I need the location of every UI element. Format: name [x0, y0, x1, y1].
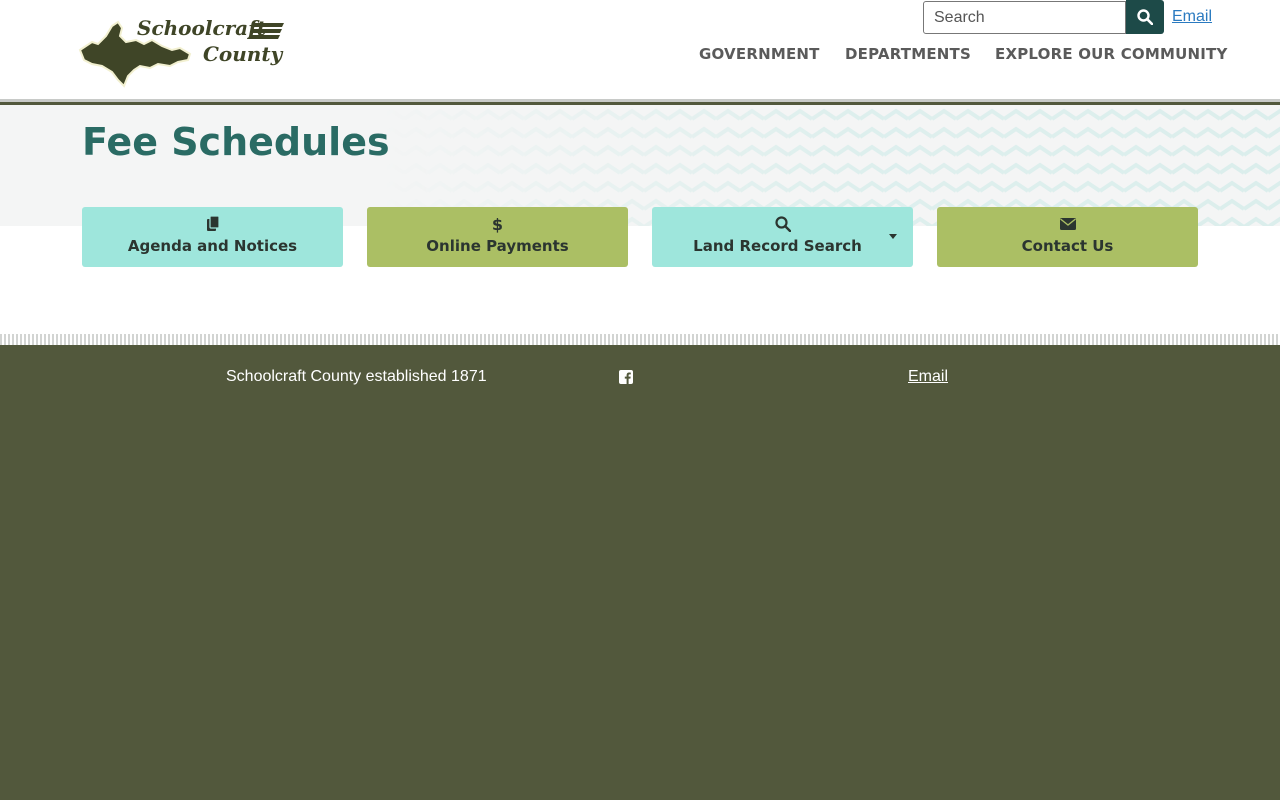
facebook-icon[interactable] [619, 370, 633, 384]
contact-us-label: Contact Us [1021, 237, 1114, 255]
land-record-search-label: Land Record Search [693, 237, 862, 255]
clipboard-icon [82, 216, 343, 232]
search-icon [652, 216, 913, 232]
chevron-down-icon [889, 234, 897, 239]
online-payments-button[interactable]: $ Online Payments [367, 207, 628, 267]
site-header: Schoolcraft County Email GOVERNMENT DEPA… [0, 0, 1280, 102]
dollar-icon: $ [491, 214, 504, 234]
agenda-and-notices-button[interactable]: Agenda and Notices [82, 207, 343, 267]
county-logo[interactable]: Schoolcraft County [78, 14, 288, 88]
agenda-and-notices-label: Agenda and Notices [127, 237, 298, 255]
nav-explore-our-community[interactable]: EXPLORE OUR COMMUNITY [995, 45, 1228, 63]
contact-us-button[interactable]: Contact Us [937, 207, 1198, 267]
footer-established-text: Schoolcraft County established 1871 [226, 368, 487, 385]
search-input[interactable] [923, 1, 1126, 34]
envelope-icon [937, 216, 1198, 232]
logo-text-line1: Schoolcraft [137, 16, 266, 40]
header-email-link[interactable]: Email [1172, 8, 1212, 26]
site-footer: Schoolcraft County established 1871 Emai… [0, 345, 1280, 800]
footer-email-link[interactable]: Email [908, 368, 948, 386]
search-icon [1137, 9, 1153, 25]
nav-departments[interactable]: DEPARTMENTS [845, 45, 971, 63]
footer-divider [0, 334, 1280, 345]
page-title: Fee Schedules [82, 120, 390, 164]
land-record-search-button[interactable]: Land Record Search [652, 207, 913, 267]
nav-government[interactable]: GOVERNMENT [699, 45, 820, 63]
search-button[interactable] [1126, 0, 1164, 34]
logo-text-line2: County [203, 42, 283, 66]
online-payments-label: Online Payments [426, 237, 569, 255]
